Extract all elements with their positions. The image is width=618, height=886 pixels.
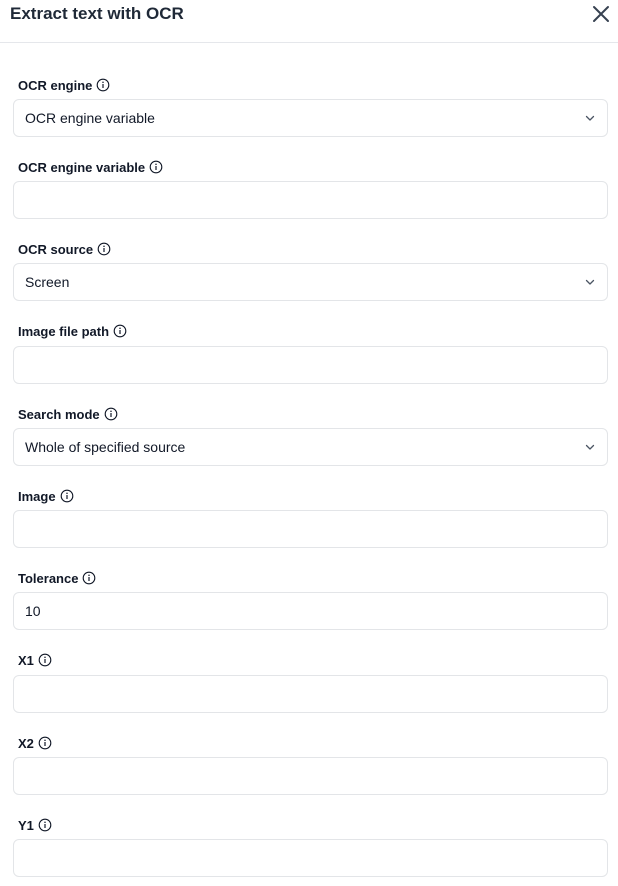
ocr-engine-variable-label: OCR engine variable (18, 158, 163, 176)
chevron-down-icon (585, 115, 595, 121)
tolerance-input[interactable]: 10 (13, 592, 608, 630)
panel-header: Extract text with OCR (0, 0, 618, 43)
y1-label: Y1 (18, 816, 52, 834)
image-file-path-input[interactable] (13, 346, 608, 384)
search-mode-value: Whole of specified source (25, 439, 186, 455)
x2-label: X2 (18, 734, 52, 752)
info-icon (83, 571, 96, 585)
search-mode-label-text: Search mode (18, 406, 100, 422)
image-label-text: Image (18, 488, 56, 504)
tolerance-value: 10 (25, 603, 41, 619)
ocr-engine-label-text: OCR engine (18, 77, 93, 93)
x1-label: X1 (18, 651, 52, 669)
info-icon (149, 160, 163, 174)
image-file-path-label-text: Image file path (18, 323, 110, 339)
info-icon (97, 78, 110, 92)
ocr-engine-value: OCR engine variable (25, 110, 155, 126)
search-mode-select[interactable]: Whole of specified source (13, 428, 608, 466)
ocr-engine-variable-input[interactable] (13, 181, 608, 219)
tolerance-label: Tolerance (18, 569, 96, 587)
image-label: Image (18, 487, 74, 505)
info-icon (38, 818, 52, 832)
info-icon (38, 736, 52, 750)
x2-input[interactable] (13, 757, 608, 795)
image-input[interactable] (13, 510, 608, 548)
ocr-source-value: Screen (25, 274, 70, 290)
info-icon (104, 407, 118, 421)
image-file-path-label: Image file path (18, 322, 127, 340)
panel-title: Extract text with OCR (10, 4, 184, 23)
info-icon (113, 324, 127, 338)
chevron-down-icon (585, 279, 595, 285)
search-mode-label: Search mode (18, 405, 118, 423)
tolerance-label-text: Tolerance (18, 570, 79, 586)
x1-label-text: X1 (18, 652, 34, 668)
x2-label-text: X2 (18, 735, 34, 751)
chevron-down-icon (585, 444, 595, 450)
close-button[interactable] (590, 3, 612, 25)
info-icon (60, 489, 73, 503)
ocr-engine-select[interactable]: OCR engine variable (13, 99, 608, 137)
info-icon (38, 653, 52, 667)
ocr-source-label-text: OCR source (18, 241, 94, 257)
x1-input[interactable] (13, 675, 608, 713)
close-icon (593, 6, 609, 22)
info-icon (97, 242, 111, 256)
y1-input[interactable] (13, 839, 608, 877)
ocr-engine-variable-label-text: OCR engine variable (18, 159, 146, 175)
ocr-source-label: OCR source (18, 240, 111, 258)
ocr-source-select[interactable]: Screen (13, 263, 608, 301)
ocr-engine-label: OCR engine (18, 76, 110, 94)
y1-label-text: Y1 (18, 817, 34, 833)
